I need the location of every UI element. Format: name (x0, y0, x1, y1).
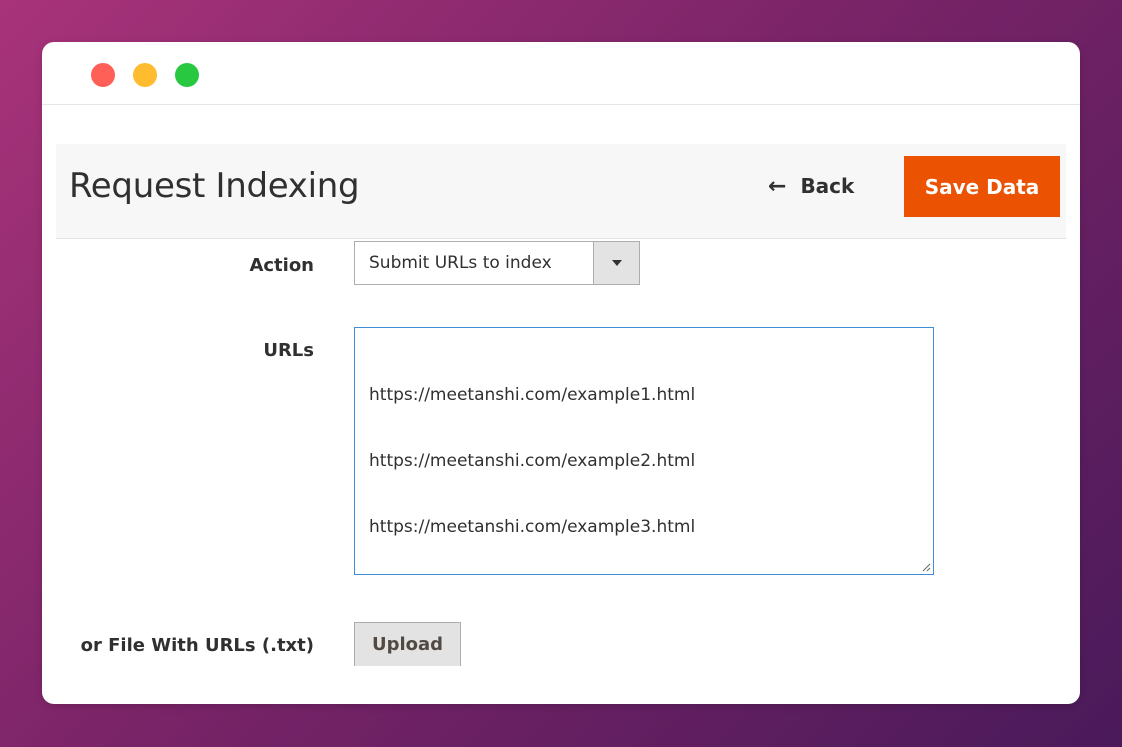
title-bar (42, 42, 1080, 105)
action-label: Action (249, 255, 314, 276)
dropdown-arrow-icon (612, 260, 622, 266)
resize-handle-icon[interactable] (922, 563, 931, 572)
dropdown-toggle[interactable] (593, 242, 639, 284)
close-window-button[interactable] (91, 63, 115, 87)
action-select[interactable]: Submit URLs to index (354, 241, 640, 285)
urls-textarea[interactable]: https://meetanshi.com/example1.html http… (354, 327, 934, 575)
minimize-window-button[interactable] (133, 63, 157, 87)
maximize-window-button[interactable] (175, 63, 199, 87)
arrow-left-icon: ← (768, 173, 787, 199)
upload-button[interactable]: Upload (354, 622, 461, 666)
url-line: https://meetanshi.com/example1.html (369, 385, 696, 405)
save-data-button[interactable]: Save Data (904, 156, 1060, 217)
back-button[interactable]: ← Back (768, 172, 854, 200)
file-urls-label: or File With URLs (.txt) (80, 635, 314, 656)
app-window: Request Indexing ← Back Save Data Action… (42, 42, 1080, 704)
page-title: Request Indexing (69, 166, 360, 206)
back-label: Back (800, 174, 855, 198)
page-header: Request Indexing ← Back Save Data (56, 144, 1066, 239)
url-line: https://meetanshi.com/example2.html (369, 451, 696, 471)
urls-label: URLs (263, 340, 314, 361)
action-select-value: Submit URLs to index (369, 253, 552, 273)
url-line: https://meetanshi.com/example3.html (369, 517, 696, 537)
